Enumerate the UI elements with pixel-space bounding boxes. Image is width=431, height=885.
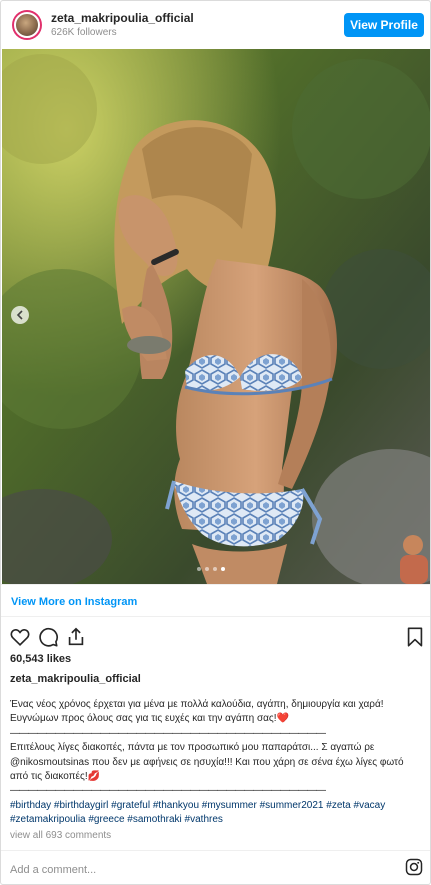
caption-paragraph: Επιτέλους λίγες διακοπές, πάντα με τον π…: [10, 742, 404, 783]
caption-username[interactable]: zeta_makripoulia_official: [10, 673, 141, 685]
post-header: zeta_makripoulia_official 626K followers…: [1, 1, 430, 49]
bookmark-icon: [407, 627, 423, 647]
carousel-dot: [205, 567, 209, 571]
divider: [1, 850, 430, 851]
comment-input[interactable]: Add a comment...: [10, 864, 96, 876]
followers-count: 626K followers: [51, 27, 117, 38]
share-button[interactable]: [65, 626, 87, 648]
carousel-dot: [221, 567, 225, 571]
share-icon: [68, 627, 84, 646]
likes-count[interactable]: 60,543 likes: [10, 653, 71, 665]
header-username[interactable]: zeta_makripoulia_official: [51, 11, 194, 25]
post-image[interactable]: [2, 49, 430, 584]
caption-paragraph: Ένας νέος χρόνος έρχεται για μένα με πολ…: [10, 699, 384, 725]
carousel-prev-button[interactable]: [11, 306, 29, 324]
comment-icon: [39, 627, 58, 647]
post-photo: [2, 49, 430, 584]
divider: [1, 584, 430, 585]
view-more-link[interactable]: View More on Instagram: [11, 596, 137, 608]
instagram-link[interactable]: [405, 858, 423, 876]
chevron-left-icon: [16, 310, 23, 320]
avatar-image: [14, 12, 40, 38]
like-button[interactable]: [9, 626, 31, 648]
instagram-icon: [405, 858, 423, 876]
carousel-dot: [213, 567, 217, 571]
caption-separator: ———————————————————————————————————: [10, 727, 326, 739]
caption-hashtags[interactable]: #birthday #birthdaygirl #grateful #thank…: [10, 799, 424, 828]
comment-button[interactable]: [37, 626, 59, 648]
save-button[interactable]: [404, 626, 426, 648]
view-all-comments-link[interactable]: view all 693 comments: [10, 830, 111, 841]
carousel-dot: [197, 567, 201, 571]
avatar[interactable]: [12, 10, 42, 40]
caption: Ένας νέος χρόνος έρχεται για μένα με πολ…: [10, 698, 424, 828]
divider: [1, 616, 430, 617]
instagram-embed-card: zeta_makripoulia_official 626K followers…: [0, 0, 431, 885]
caption-separator: ———————————————————————————————————: [10, 785, 326, 797]
carousel-indicator: [197, 567, 225, 571]
heart-icon: [10, 628, 30, 646]
view-profile-button[interactable]: View Profile: [344, 13, 424, 37]
